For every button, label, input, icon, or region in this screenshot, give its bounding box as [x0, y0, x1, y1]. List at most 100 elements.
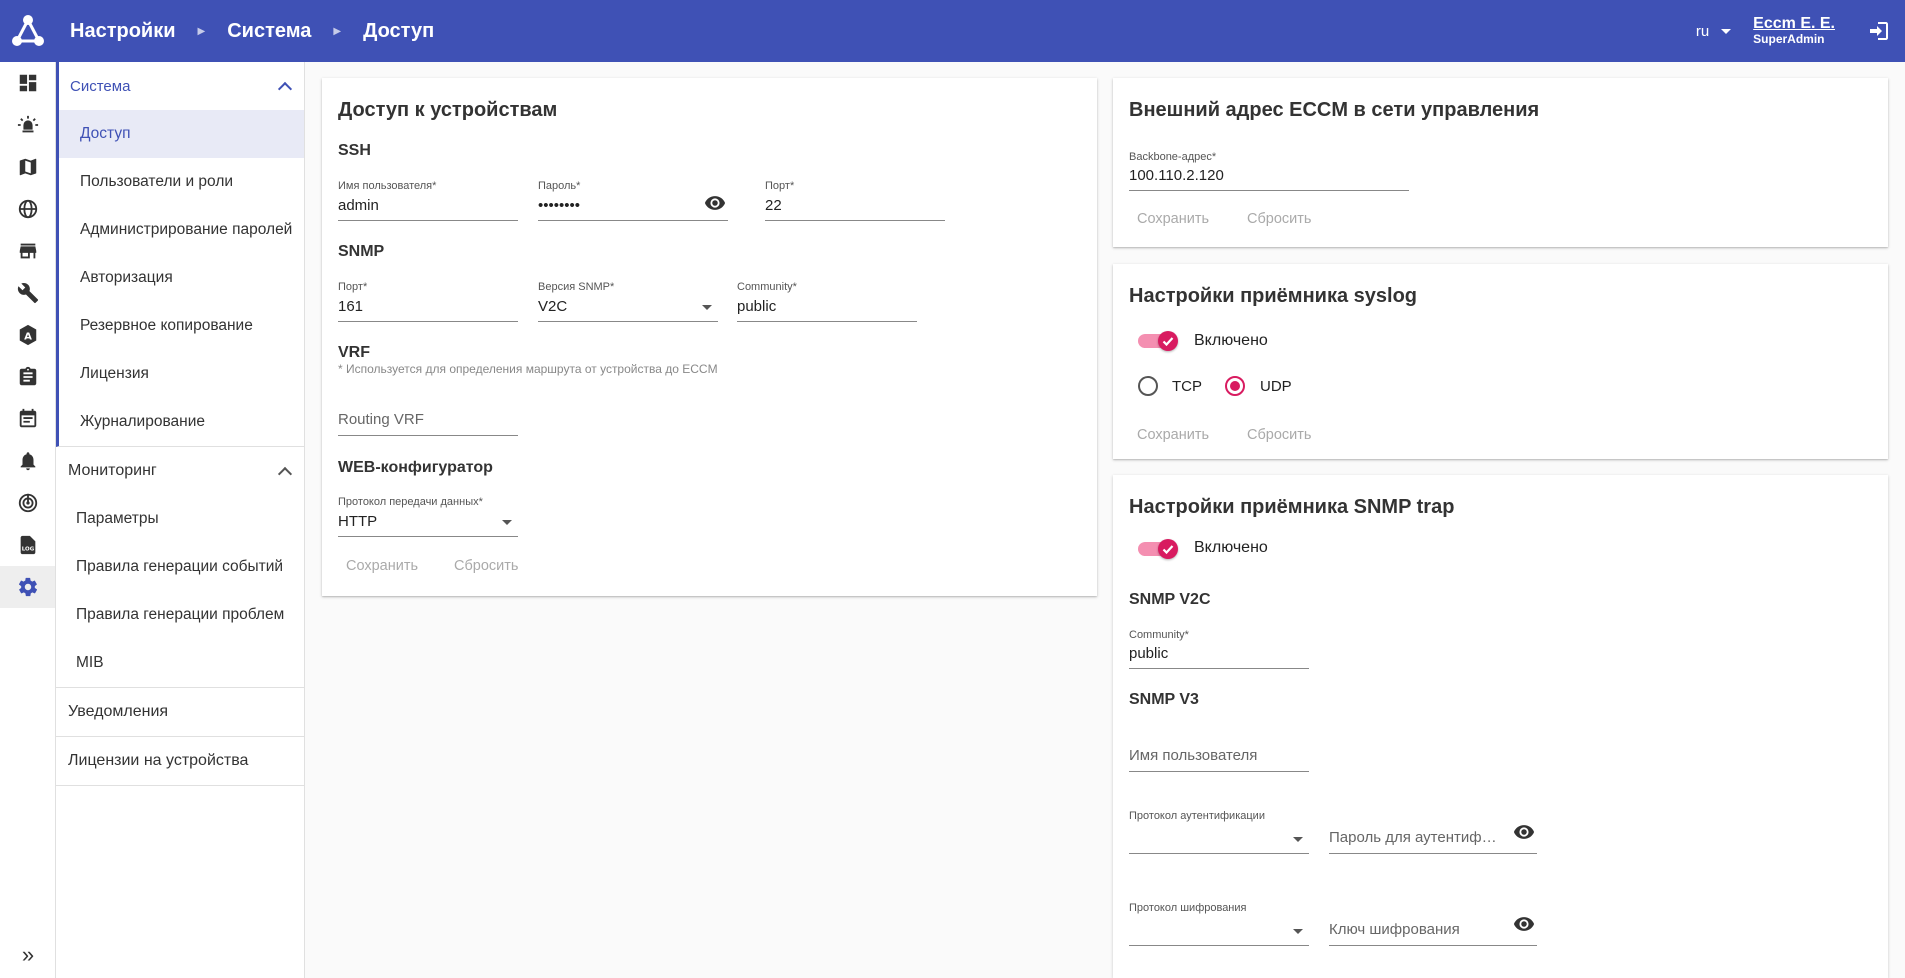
sidebar-group-device-licenses: Лицензии на устройства — [56, 737, 304, 786]
settings-sidebar: Система Доступ Пользователи и роли Админ… — [56, 62, 305, 978]
reset-button[interactable]: Сбросить — [446, 552, 526, 580]
ssh-username-field[interactable]: Имя пользователя* admin — [338, 180, 518, 221]
udp-radio[interactable] — [1225, 376, 1245, 396]
chevron-right-icon: ▶ — [197, 25, 206, 37]
sidebar-item-password-admin[interactable]: Администрирование паролей — [59, 206, 304, 254]
language-select[interactable]: ru — [1695, 22, 1732, 40]
breadcrumb-item-settings[interactable]: Настройки — [70, 20, 176, 43]
app-logo-icon[interactable] — [0, 0, 56, 62]
sidebar-item-license[interactable]: Лицензия — [59, 350, 304, 398]
sidebar-group-header[interactable]: Уведомления — [56, 688, 304, 736]
sidebar-group-header[interactable]: Система — [59, 62, 304, 110]
save-button[interactable]: Сохранить — [1129, 205, 1217, 233]
privacy-key-field[interactable]: Ключ шифрования — [1329, 902, 1537, 946]
user-name[interactable]: Eccm E. E. — [1753, 15, 1835, 33]
expand-rail-icon[interactable]: » — [0, 942, 56, 968]
visibility-eye-icon[interactable] — [704, 192, 726, 219]
sidebar-item-backup[interactable]: Резервное копирование — [59, 302, 304, 350]
breadcrumb-item-system[interactable]: Система — [227, 20, 311, 43]
syslog-enabled-toggle[interactable] — [1138, 331, 1178, 351]
language-value: ru — [1695, 22, 1710, 40]
alarm-icon[interactable] — [0, 104, 55, 146]
user-info[interactable]: Eccm E. E. SuperAdmin — [1753, 15, 1835, 47]
web-configurator-title: WEB-конфигуратор — [338, 459, 493, 476]
map-icon[interactable] — [0, 146, 55, 188]
reset-button[interactable]: Сбросить — [1239, 205, 1319, 233]
ssh-password-field[interactable]: Пароль* •••••••• — [538, 180, 728, 221]
navigation-rail: A LOG » — [0, 62, 56, 978]
caret-down-icon — [1721, 28, 1732, 34]
visibility-eye-icon[interactable] — [1513, 913, 1535, 940]
save-button[interactable]: Сохранить — [1129, 421, 1217, 449]
sidebar-item-access[interactable]: Доступ — [59, 110, 304, 158]
snmp-v2c-title: SNMP V2C — [1129, 591, 1211, 608]
toggle-label: Включено — [1194, 332, 1268, 349]
backbone-address-field[interactable]: Backbone-адрес* 100.110.2.120 — [1129, 151, 1409, 191]
top-app-bar: Настройки ▶ Система ▶ Доступ ru Eccm E. … — [0, 0, 1905, 62]
wrench-icon[interactable] — [0, 272, 55, 314]
tcp-radio[interactable] — [1138, 376, 1158, 396]
sidebar-group-label: Система — [70, 77, 131, 95]
sidebar-item-logging[interactable]: Журналирование — [59, 398, 304, 446]
calendar-icon[interactable] — [0, 398, 55, 440]
routing-vrf-field[interactable]: Routing VRF — [338, 388, 518, 436]
card-title: Настройки приёмника SNMP trap — [1129, 496, 1455, 518]
save-button[interactable]: Сохранить — [338, 552, 426, 580]
sidebar-item-authorization[interactable]: Авторизация — [59, 254, 304, 302]
dropdown-arrow-icon — [1293, 837, 1303, 842]
card-title: Внешний адрес ECCM в сети управления — [1129, 99, 1540, 121]
vrf-section-title: VRF — [338, 344, 370, 361]
chevron-up-icon — [277, 81, 293, 96]
visibility-eye-icon[interactable] — [1513, 821, 1535, 848]
sidebar-group-monitoring: Мониторинг Параметры Правила генерации с… — [56, 447, 304, 688]
svg-text:A: A — [24, 332, 32, 343]
gear-icon[interactable] — [0, 566, 55, 608]
reset-button[interactable]: Сбросить — [1239, 421, 1319, 449]
sidebar-item-parameters[interactable]: Параметры — [56, 495, 304, 543]
auto-mode-icon[interactable]: A — [0, 314, 55, 356]
auth-password-field[interactable]: Пароль для аутентифика... — [1329, 810, 1537, 854]
sidebar-item-problem-rules[interactable]: Правила генерации проблем — [56, 591, 304, 639]
user-role: SuperAdmin — [1753, 32, 1825, 47]
sidebar-group-header[interactable]: Мониторинг — [56, 447, 304, 495]
snmp-port-field[interactable]: Порт* 161 — [338, 281, 518, 322]
bell-icon[interactable] — [0, 440, 55, 482]
ssh-port-field[interactable]: Порт* 22 — [765, 180, 945, 221]
syslog-receiver-card: Настройки приёмника syslog Включено TCP … — [1113, 264, 1888, 459]
card-title: Доступ к устройствам — [338, 99, 558, 121]
dashboard-icon[interactable] — [0, 62, 55, 104]
snmp-v3-title: SNMP V3 — [1129, 691, 1199, 708]
auth-protocol-select[interactable]: Протокол аутентификации — [1129, 810, 1309, 854]
globe-icon[interactable] — [0, 188, 55, 230]
toggle-label: Включено — [1194, 539, 1268, 556]
check-icon — [1158, 539, 1178, 559]
snmp-trap-receiver-card: Настройки приёмника SNMP trap Включено S… — [1113, 475, 1888, 978]
logout-icon[interactable] — [1867, 19, 1891, 48]
vrf-hint: * Используется для определения маршрута … — [338, 362, 718, 376]
external-address-card: Внешний адрес ECCM в сети управления Bac… — [1113, 78, 1888, 247]
clipboard-icon[interactable] — [0, 356, 55, 398]
trap-community-field[interactable]: Community* public — [1129, 629, 1309, 669]
sidebar-item-event-rules[interactable]: Правила генерации событий — [56, 543, 304, 591]
snmp-trap-enabled-toggle[interactable] — [1138, 539, 1178, 559]
sidebar-group-system: Система Доступ Пользователи и роли Админ… — [56, 62, 304, 447]
snmp-section-title: SNMP — [338, 243, 385, 260]
snmp-version-select[interactable]: Версия SNMP* V2C — [538, 281, 718, 322]
privacy-protocol-select[interactable]: Протокол шифрования — [1129, 902, 1309, 946]
sidebar-item-mib[interactable]: MIB — [56, 639, 304, 687]
breadcrumb-item-access: Доступ — [363, 19, 435, 42]
sidebar-group-label: Лицензии на устройства — [68, 752, 249, 769]
log-icon[interactable]: LOG — [0, 524, 55, 566]
radar-icon[interactable] — [0, 482, 55, 524]
card-title: Настройки приёмника syslog — [1129, 285, 1418, 307]
store-icon[interactable] — [0, 230, 55, 272]
udp-radio-label: UDP — [1260, 378, 1292, 395]
sidebar-group-header[interactable]: Лицензии на устройства — [56, 737, 304, 785]
sidebar-group-label: Мониторинг — [68, 462, 157, 479]
web-protocol-select[interactable]: Протокол передачи данных* HTTP — [338, 496, 518, 537]
sidebar-group-notifications: Уведомления — [56, 688, 304, 737]
sidebar-item-users-roles[interactable]: Пользователи и роли — [59, 158, 304, 206]
snmp-community-field[interactable]: Community* public — [737, 281, 917, 322]
ssh-section-title: SSH — [338, 142, 371, 159]
v3-username-field[interactable]: Имя пользователя — [1129, 728, 1309, 772]
